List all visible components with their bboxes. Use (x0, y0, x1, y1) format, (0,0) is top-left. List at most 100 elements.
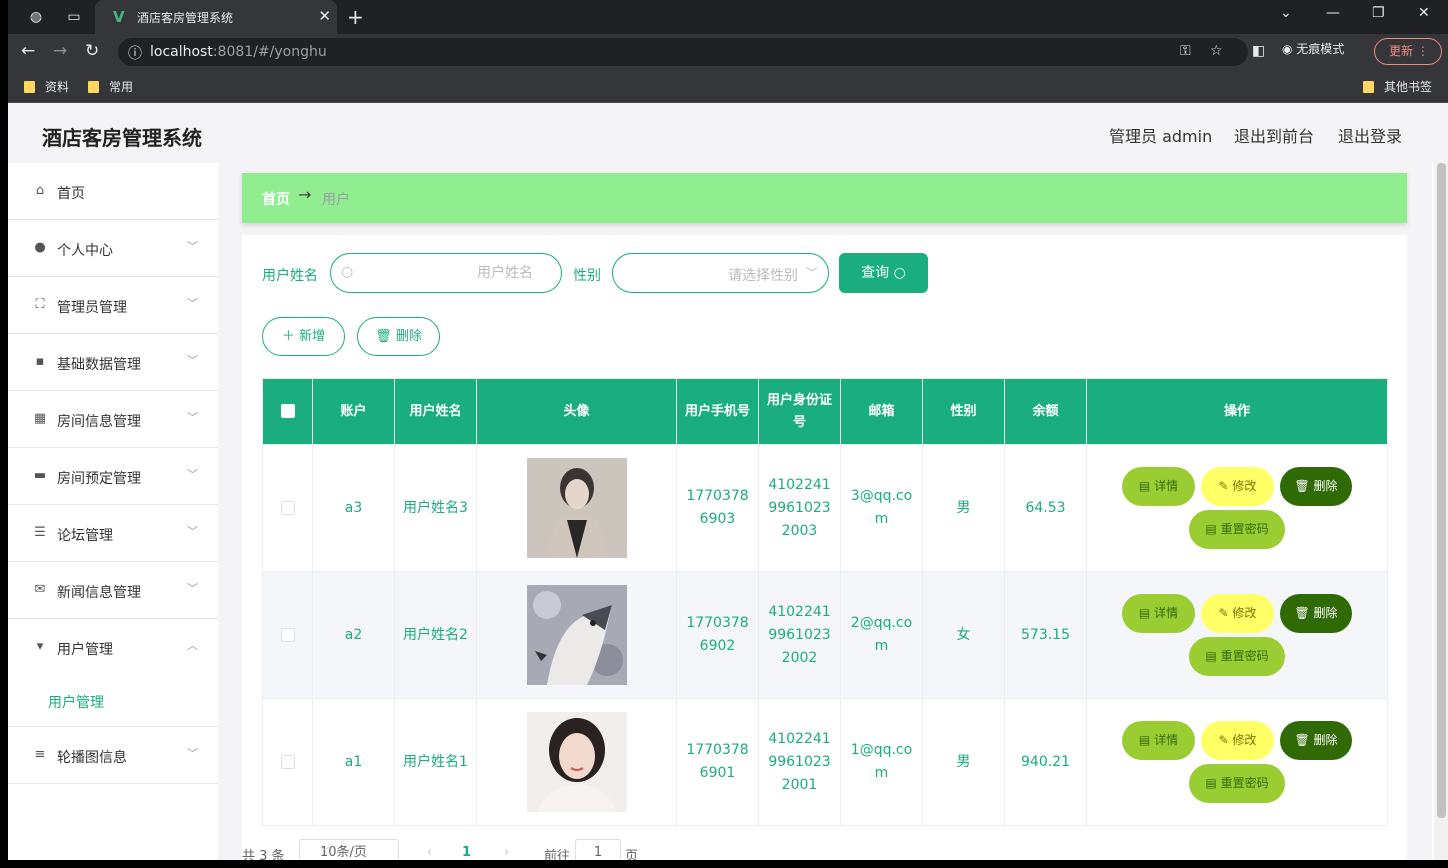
sidebar-item-label: 论坛管理 (57, 528, 113, 544)
detail-button[interactable]: ▤ 详情 (1122, 721, 1195, 760)
main-content: 首页 → 用户 用户姓名 ○ 性别 请选择性别 ﹀ 查询 ○ ＋ 新增 🗑 删除 (218, 163, 1432, 860)
scrollbar[interactable] (1434, 163, 1448, 860)
reset-password-button[interactable]: ▤ 重置密码 (1189, 764, 1285, 803)
goto-page-input[interactable]: 1 (575, 839, 621, 860)
back-icon[interactable]: ← (21, 41, 35, 61)
breadcrumb-home[interactable]: 首页 (262, 189, 290, 209)
add-button[interactable]: ＋ 新增 (262, 317, 345, 356)
column-header: 操作 (1086, 378, 1388, 445)
minimize-icon[interactable]: — (1326, 5, 1340, 21)
column-header: 用户身份证号 (758, 378, 841, 445)
address-bar[interactable]: ⓘ localhost:8081/#/yonghu ⚿ ☆ (118, 38, 1248, 66)
actions-cell: ▤ 详情 ✎ 修改 🗑 删除 ▤ 重置密码 (1086, 698, 1388, 826)
sidebar-item-rooms[interactable]: ▦ 房间信息管理 ﹀ (8, 391, 218, 448)
phone-cell: 17703786902 (676, 571, 759, 699)
reset-password-button[interactable]: ▤ 重置密码 (1189, 510, 1285, 549)
detail-button[interactable]: ▤ 详情 (1122, 594, 1195, 633)
tab-icon[interactable]: ▭ (66, 9, 82, 25)
email-cell: 2@qq.com (840, 571, 923, 699)
select-all-checkbox[interactable] (280, 404, 295, 418)
sidebar-item-carousel[interactable]: ≡ 轮播图信息 ﹀ (8, 727, 218, 784)
delete-button[interactable]: 🗑 删除 (1280, 721, 1352, 760)
row-checkbox[interactable] (280, 627, 295, 642)
edit-button[interactable]: ✎ 修改 (1201, 594, 1274, 633)
sidebar-item-label: 首页 (57, 186, 85, 202)
balance-cell: 64.53 (1004, 444, 1087, 572)
info-icon[interactable]: ⓘ (128, 43, 142, 63)
query-button[interactable]: 查询 ○ (839, 253, 928, 293)
chevron-down-icon: ﹀ (187, 582, 198, 595)
plus-icon: ＋ (281, 329, 295, 344)
forward-icon[interactable]: → (53, 41, 67, 61)
page-unit-label: 页 (625, 849, 639, 860)
reset-password-button[interactable]: ▤ 重置密码 (1189, 637, 1285, 676)
browser-tab[interactable]: V 酒店客房管理系统 ✕ (95, 0, 337, 34)
avatar-image (526, 712, 627, 812)
update-button[interactable]: 更新 ⋮ (1374, 38, 1442, 65)
page-number[interactable]: 1 (462, 845, 471, 860)
sidebar-item-home[interactable]: ⌂ 首页 (8, 163, 218, 220)
chevron-down-icon: ﹀ (187, 411, 198, 424)
sidebar-item-admins[interactable]: ⛶ 管理员管理 ﹀ (8, 277, 218, 334)
star-icon[interactable]: ☆ (1210, 43, 1223, 59)
avatar-cell (476, 444, 677, 572)
sidebar-item-bookings[interactable]: ▬ 房间预定管理 ﹀ (8, 448, 218, 505)
new-tab-icon[interactable]: + (347, 5, 364, 29)
table-row: a2 用户姓名2 17703786902 410224199610232002 … (262, 571, 1388, 699)
goto-label: 前往 (544, 849, 571, 860)
sidebar-item-profile[interactable]: ● 个人中心 ﹀ (8, 220, 218, 277)
scroll-thumb[interactable] (1437, 163, 1446, 818)
breadcrumb: 首页 → 用户 (242, 173, 1407, 223)
edit-button[interactable]: ✎ 修改 (1201, 467, 1274, 506)
bookmarks-bar: 资料 常用 其他书签 (8, 70, 1448, 103)
batch-delete-button[interactable]: 🗑 删除 (357, 317, 440, 356)
sidebar-subitem-users[interactable]: 用户管理 (48, 692, 104, 712)
incognito-indicator[interactable]: ◉ 无痕模式 (1282, 40, 1344, 57)
chevron-up-icon: ︿ (187, 639, 198, 652)
chevron-down-icon[interactable]: ⌄ (1280, 5, 1292, 21)
sidebar-item-users[interactable]: ▾ 用户管理 ︿ 用户管理 (8, 619, 218, 727)
restore-icon[interactable]: ❐ (1372, 5, 1385, 21)
delete-button[interactable]: 🗑 删除 (1280, 467, 1352, 506)
idno-cell: 410224199610232002 (758, 571, 841, 699)
chevron-down-icon: ﹀ (187, 747, 198, 760)
bookmark-folder[interactable]: 资料 (24, 78, 69, 95)
globe-icon[interactable]: ◍ (28, 9, 44, 25)
sidebar-item-news[interactable]: ✉ 新闻信息管理 ﹀ (8, 562, 218, 619)
brush-icon: ▾ (36, 639, 44, 654)
other-bookmarks[interactable]: 其他书签 (1363, 78, 1432, 95)
users-table: 账户 用户姓名 头像 用户手机号 用户身份证号 邮箱 性别 余额 操作 a3 用… (262, 378, 1388, 826)
sidebar-item-label: 房间预定管理 (57, 471, 141, 487)
key-icon[interactable]: ⚿ (1180, 43, 1191, 59)
window-close-icon[interactable]: ✕ (1418, 5, 1430, 21)
exit-to-front-link[interactable]: 退出到前台 (1234, 123, 1314, 147)
pagination: 共 3 条 10条/页 ﹀ ‹ 1 › 前往 1 页 (242, 839, 842, 860)
name-search-input[interactable] (361, 262, 533, 284)
sidebar-item-forum[interactable]: ☰ 论坛管理 ﹀ (8, 505, 218, 562)
select-all-header[interactable] (262, 378, 313, 445)
gender-select[interactable]: 请选择性别 ﹀ (612, 253, 829, 293)
prev-page-icon[interactable]: ‹ (427, 845, 432, 860)
logout-link[interactable]: 退出登录 (1338, 123, 1402, 147)
row-checkbox[interactable] (280, 754, 295, 769)
total-count: 共 3 条 (242, 849, 285, 860)
app-title: 酒店客房管理系统 (42, 126, 202, 150)
bookmark-folder[interactable]: 常用 (88, 78, 133, 95)
reload-icon[interactable]: ↻ (85, 41, 99, 61)
page-size-select[interactable]: 10条/页 ﹀ (299, 839, 399, 860)
sidebar-item-basic-data[interactable]: ▪ 基础数据管理 ﹀ (8, 334, 218, 391)
delete-button[interactable]: 🗑 删除 (1280, 594, 1352, 633)
close-icon[interactable]: ✕ (318, 7, 331, 25)
sidebar-item-label: 基础数据管理 (57, 357, 141, 373)
next-page-icon[interactable]: › (504, 845, 509, 860)
edit-button[interactable]: ✎ 修改 (1201, 721, 1274, 760)
sidepanel-icon[interactable]: ◧ (1252, 43, 1265, 59)
app: 酒店客房管理系统 管理员 admin 退出到前台 退出登录 ⌂ 首页 ● 个人中… (8, 103, 1448, 860)
search-icon: ○ (893, 265, 906, 281)
chevron-down-icon: ﹀ (187, 525, 198, 538)
row-checkbox[interactable] (280, 500, 295, 515)
name-search-field[interactable]: ○ (330, 253, 562, 293)
detail-button[interactable]: ▤ 详情 (1122, 467, 1195, 506)
name-cell: 用户姓名3 (394, 444, 477, 572)
idno-cell: 410224199610232003 (758, 444, 841, 572)
